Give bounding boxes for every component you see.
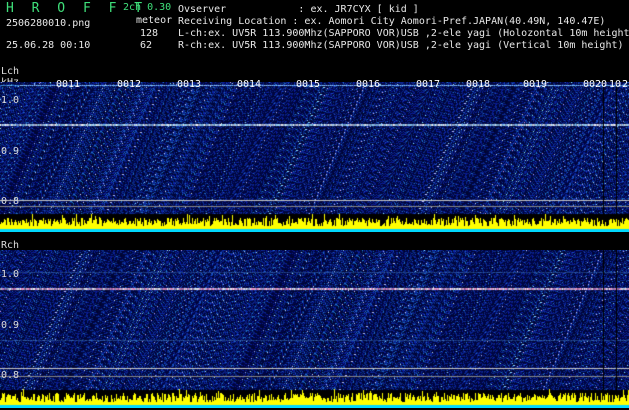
datetime-label: 25.06.28 00:10 — [6, 40, 91, 51]
count-lch: 128 — [140, 28, 159, 39]
lch-label: Lch — [1, 66, 20, 77]
rch-info-line: R-ch:ex. UV5R 113.900Mhz(SAPPORO VOR)USB… — [178, 40, 624, 51]
rch-ytick-0-8: 0.8 — [1, 370, 20, 381]
time-label: 0014 — [237, 79, 262, 90]
time-label: 0011 — [56, 79, 81, 90]
time-label: 0016 — [356, 79, 381, 90]
rch-ytick-0-9: 0.9 — [1, 320, 20, 331]
filename-label: 2506280010.png — [6, 18, 91, 29]
count-rch: 62 — [140, 40, 153, 51]
lch-ytick-0-9: 0.9 — [1, 146, 20, 157]
rch-spectrogram-canvas — [0, 250, 629, 408]
rch-ytick-1-0: 1.0 — [1, 269, 20, 280]
time-label: 0012 — [117, 79, 142, 90]
rch-spectrogram — [0, 250, 629, 408]
time-label: 0015 — [296, 79, 321, 90]
time-label: 0019 — [523, 79, 548, 90]
time-label: 2 — [622, 79, 629, 90]
lch-spectrogram-canvas — [0, 82, 629, 232]
lch-ytick-1-0: 1.0 — [1, 95, 20, 106]
time-label: 10 — [609, 79, 622, 90]
time-label: 0013 — [177, 79, 202, 90]
mode-label: meteor — [136, 15, 173, 26]
time-label: 0017 — [416, 79, 441, 90]
time-label: 0018 — [466, 79, 491, 90]
time-label: 0020 — [583, 79, 608, 90]
version-label: 2ch 0.30 — [123, 2, 172, 13]
observer-line: Ovserver : ex. JR7CYX [ kid ] — [178, 4, 419, 15]
lch-spectrogram — [0, 82, 629, 232]
lch-info-line: L-ch:ex. UV5R 113.900Mhz(SAPPORO VOR)USB… — [178, 28, 629, 39]
lch-ytick-0-8: 0.8 — [1, 196, 20, 207]
location-line: Receiving Location : ex. Aomori City Aom… — [178, 16, 606, 27]
